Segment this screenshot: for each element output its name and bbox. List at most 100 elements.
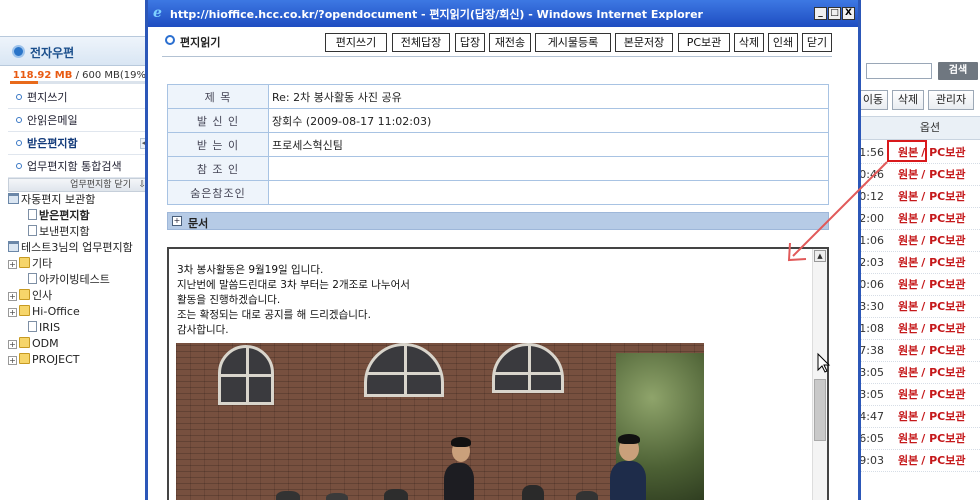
tree-node[interactable]: + 기타 xyxy=(8,256,150,272)
mail-list-row[interactable]: 3:05 원본 / PC보관 xyxy=(858,362,980,384)
pc-save-link[interactable]: / PC보관 xyxy=(921,190,965,203)
mail-sidebar: 전자우편 118.92 MB / 600 MB(19% 편지쓰기 안읽은메일 받… xyxy=(0,0,150,500)
work-mailbox-close-bar[interactable]: 업무편지함 닫기 ⇩ xyxy=(8,178,150,192)
mail-list-row[interactable]: 4:47 원본 / PC보관 xyxy=(858,406,980,428)
mail-list-row[interactable]: 3:30 원본 / PC보관 xyxy=(858,296,980,318)
mail-list-row[interactable]: 3:05 원본 / PC보관 xyxy=(858,384,980,406)
nav-label: 업무편지함 통합검색 xyxy=(27,160,122,173)
pc-save-link[interactable]: / PC보관 xyxy=(921,454,965,467)
original-link[interactable]: 원본 xyxy=(898,406,918,428)
mail-list-row[interactable]: 1:06 원본 / PC보관 xyxy=(858,230,980,252)
original-link[interactable]: 원본 xyxy=(898,384,918,406)
original-link[interactable]: 원본 xyxy=(898,208,918,230)
resend-button[interactable]: 재전송 xyxy=(489,33,531,52)
mail-list-row[interactable]: 0:12 원본 / PC보관 xyxy=(858,186,980,208)
print-button[interactable]: 인쇄 xyxy=(768,33,798,52)
delete-button[interactable]: 삭제 xyxy=(734,33,764,52)
tree-header-label: 업무편지함 닫기 xyxy=(70,180,131,190)
row-time: 3:05 xyxy=(859,388,884,401)
mail-list-row[interactable]: 0:06 원본 / PC보관 xyxy=(858,274,980,296)
bullet-icon xyxy=(16,94,22,100)
tree-node[interactable]: 테스트3님의 업무편지함 xyxy=(8,240,150,256)
mail-list-row[interactable]: 7:38 원본 / PC보관 xyxy=(858,340,980,362)
pc-save-link[interactable]: / PC보관 xyxy=(921,256,965,269)
original-link[interactable]: 원본 xyxy=(898,186,918,208)
maximize-icon[interactable]: □ xyxy=(828,7,841,20)
mail-list-row[interactable]: 9:03 원본 / PC보관 xyxy=(858,450,980,472)
body-scrollbar[interactable]: ▲ xyxy=(812,249,827,500)
pc-save-link[interactable]: / PC보관 xyxy=(921,168,965,181)
mail-list-row[interactable]: 6:05 원본 / PC보관 xyxy=(858,428,980,450)
tree-node[interactable]: + 인사 xyxy=(8,288,150,304)
document-section-bar[interactable]: + 문서 xyxy=(167,212,829,230)
delete-button[interactable]: 삭제 xyxy=(892,90,924,110)
tree-node[interactable]: 보낸편지함 xyxy=(8,224,150,240)
tree-node[interactable]: IRIS xyxy=(8,320,150,336)
original-link[interactable]: 원본 xyxy=(898,318,918,340)
search-input[interactable] xyxy=(866,63,932,79)
pc-save-link[interactable]: / PC보관 xyxy=(921,432,965,445)
minimize-icon[interactable]: _ xyxy=(814,7,827,20)
original-link[interactable]: 원본 xyxy=(898,296,918,318)
close-icon[interactable]: X xyxy=(842,7,855,20)
pc-save-link[interactable]: / PC보관 xyxy=(921,388,965,401)
tree-node[interactable]: + PROJECT xyxy=(8,352,150,368)
tree-node[interactable]: + ODM xyxy=(8,336,150,352)
nav-inbox[interactable]: 받은편지함◀ xyxy=(8,132,150,155)
pc-save-link[interactable]: / PC보관 xyxy=(921,366,965,379)
pc-save-button[interactable]: PC보관 xyxy=(678,33,730,52)
original-link[interactable]: 원본 xyxy=(898,362,918,384)
original-link[interactable]: 원본 xyxy=(898,274,918,296)
pc-save-link[interactable]: / PC보관 xyxy=(921,234,965,247)
expand-icon[interactable]: + xyxy=(8,260,17,269)
pc-save-link[interactable]: / PC보관 xyxy=(921,410,965,423)
pc-save-link[interactable]: / PC보관 xyxy=(921,212,965,225)
admin-button[interactable]: 관리자 xyxy=(928,90,974,110)
nav-unread[interactable]: 안읽은메일 xyxy=(8,109,150,132)
pc-save-link[interactable]: / PC보관 xyxy=(921,278,965,291)
tree-node[interactable]: + Hi-Office xyxy=(8,304,150,320)
search-button[interactable]: 검색 xyxy=(938,62,978,80)
mail-list-row[interactable]: 1:56 원본 / PC보관 xyxy=(858,140,980,164)
pc-save-link[interactable]: / PC보관 xyxy=(921,300,965,313)
mail-list-row[interactable]: 2:03 원본 / PC보관 xyxy=(858,252,980,274)
original-link[interactable]: 원본 xyxy=(898,450,918,472)
photo-person xyxy=(576,491,598,500)
expand-icon[interactable]: + xyxy=(172,216,182,226)
expand-icon[interactable]: + xyxy=(8,292,17,301)
compose-button[interactable]: 편지쓰기 xyxy=(325,33,387,52)
window-titlebar[interactable]: e http://hioffice.hcc.co.kr/?opendocumen… xyxy=(148,0,858,27)
tree-label: 자동편지 보관함 xyxy=(21,193,96,206)
expand-icon[interactable]: + xyxy=(8,356,17,365)
reply-button[interactable]: 답장 xyxy=(455,33,485,52)
mail-list-row[interactable]: 2:00 원본 / PC보관 xyxy=(858,208,980,230)
read-mail-header: 편지읽기 편지쓰기 전체답장 답장 재전송 게시물등록 본문저장 PC보관 삭제… xyxy=(148,27,858,57)
mail-list-row[interactable]: 0:46 원본 / PC보관 xyxy=(858,164,980,186)
original-link[interactable]: 원본 xyxy=(898,252,918,274)
tree-node[interactable]: 자동편지 보관함 xyxy=(8,192,150,208)
pc-save-link[interactable]: / PC보관 xyxy=(921,146,965,159)
original-link[interactable]: 원본 xyxy=(898,428,918,450)
pc-save-link[interactable]: / PC보관 xyxy=(921,322,965,335)
mail-list-row[interactable]: 1:08 원본 / PC보관 xyxy=(858,318,980,340)
folder-icon xyxy=(19,337,30,348)
pc-save-link[interactable]: / PC보관 xyxy=(921,344,965,357)
save-body-button[interactable]: 본문저장 xyxy=(615,33,673,52)
scroll-up-icon[interactable]: ▲ xyxy=(814,250,826,262)
expand-icon[interactable]: + xyxy=(8,340,17,349)
original-link[interactable]: 원본 xyxy=(898,230,918,252)
close-button[interactable]: 닫기 xyxy=(802,33,832,52)
scroll-thumb[interactable] xyxy=(814,379,826,441)
popup-content: 편지읽기 편지쓰기 전체답장 답장 재전송 게시물등록 본문저장 PC보관 삭제… xyxy=(148,27,858,500)
tree-node[interactable]: 아카이빙테스트 xyxy=(8,272,150,288)
post-register-button[interactable]: 게시물등록 xyxy=(535,33,611,52)
move-button[interactable]: 이동 xyxy=(858,90,888,110)
nav-compose[interactable]: 편지쓰기 xyxy=(8,86,150,109)
field-label: 참 조 인 xyxy=(167,156,269,181)
expand-icon[interactable]: + xyxy=(8,308,17,317)
original-link[interactable]: 원본 xyxy=(898,164,918,186)
tree-node[interactable]: 받은편지함 xyxy=(8,208,150,224)
original-link[interactable]: 원본 xyxy=(898,340,918,362)
reply-all-button[interactable]: 전체답장 xyxy=(392,33,450,52)
nav-work-search[interactable]: 업무편지함 통합검색 xyxy=(8,155,150,178)
